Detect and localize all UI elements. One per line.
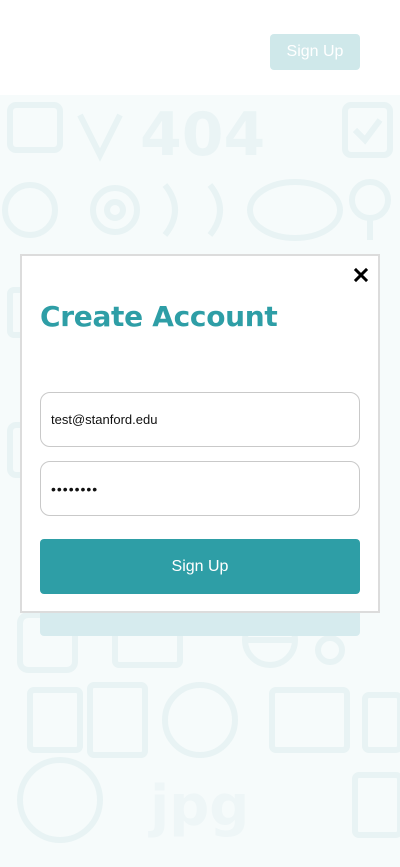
signup-submit-button[interactable]: Sign Up [40, 539, 360, 594]
top-bar: Sign Up [0, 0, 400, 95]
modal-title: Create Account [40, 300, 278, 333]
page: Sign Up 404 jpg Create Account test@stan… [0, 0, 400, 867]
password-field[interactable] [40, 461, 360, 516]
svg-text:404: 404 [140, 100, 265, 170]
close-icon[interactable] [352, 266, 370, 284]
header-signup-button[interactable]: Sign Up [270, 34, 360, 70]
svg-text:jpg: jpg [148, 774, 249, 839]
email-field[interactable] [40, 392, 360, 447]
create-account-modal: Create Account Sign Up [20, 254, 380, 613]
